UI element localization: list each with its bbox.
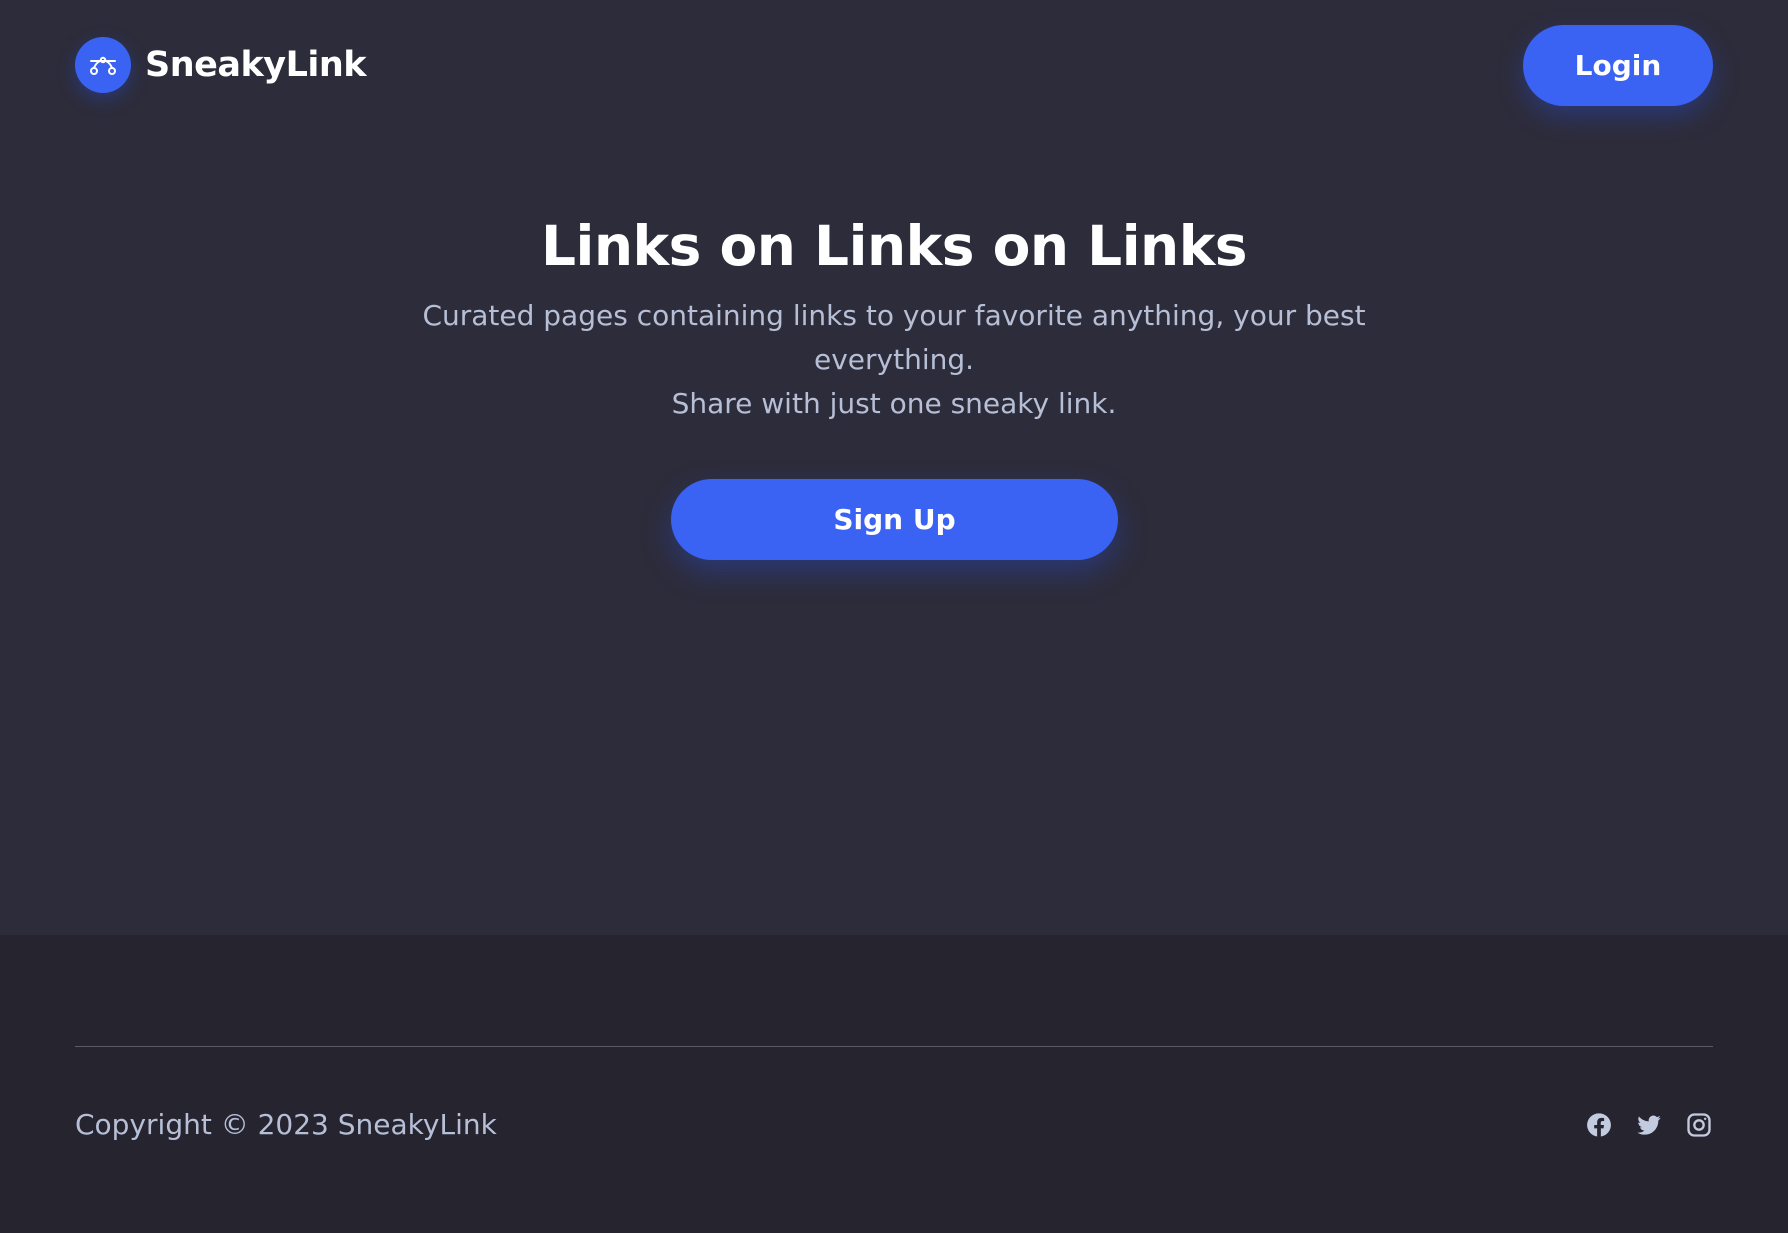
hero-subtitle-line1: Curated pages containing links to your f…	[422, 299, 1366, 376]
hero-text: Links on Links on Links Curated pages co…	[0, 208, 1788, 426]
site-header: SneakyLink Login	[75, 24, 1713, 106]
hero-subtitle-line2: Share with just one sneaky link.	[671, 387, 1117, 420]
site-footer: Copyright © 2023 SneakyLink	[0, 935, 1788, 1233]
facebook-icon[interactable]	[1585, 1111, 1613, 1139]
signup-button[interactable]: Sign Up	[671, 479, 1118, 560]
login-button[interactable]: Login	[1523, 24, 1713, 106]
copyright-text: Copyright © 2023 SneakyLink	[75, 1108, 497, 1141]
hero-subtitle: Curated pages containing links to your f…	[344, 294, 1444, 426]
brand-name: SneakyLink	[145, 45, 367, 85]
hero-title: Links on Links on Links	[540, 214, 1248, 278]
twitter-icon[interactable]	[1635, 1111, 1663, 1139]
footer-divider	[75, 1046, 1713, 1047]
brand-link[interactable]: SneakyLink	[75, 37, 367, 93]
instagram-icon[interactable]	[1685, 1111, 1713, 1139]
bezier-curve-icon	[75, 37, 131, 93]
social-links	[1585, 1111, 1713, 1139]
